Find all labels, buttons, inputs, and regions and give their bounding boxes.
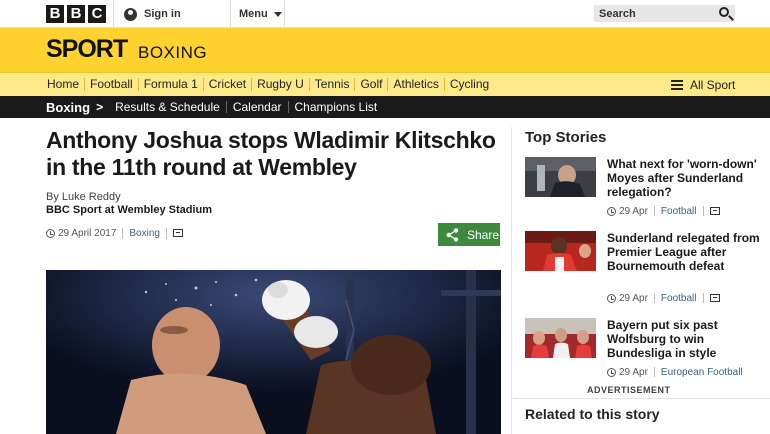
story-image <box>525 231 596 271</box>
story-tag-link[interactable]: Football <box>661 293 697 304</box>
chevron-right-icon: > <box>96 100 104 114</box>
search-box <box>594 5 735 22</box>
story-meta: 29 Apr European Football <box>607 366 743 378</box>
story-date: 29 Apr <box>619 366 648 378</box>
clock-icon <box>607 367 616 377</box>
divider <box>653 206 655 216</box>
nav-item-rugby-union[interactable]: Rugby U <box>252 78 310 91</box>
menu-label: Menu <box>239 8 268 20</box>
story-title-link[interactable]: Bayern put six past Wolfsburg to win Bun… <box>607 318 767 360</box>
logo-letter: B <box>67 5 85 23</box>
article-meta: 29 April 2017 Boxing <box>46 226 183 240</box>
story-title-link[interactable]: What next for 'worn-down' Moyes after Su… <box>607 157 767 199</box>
all-sport-button[interactable]: All Sport <box>671 73 735 96</box>
logo-letter: C <box>88 5 106 23</box>
nav-item-football[interactable]: Football <box>85 78 139 91</box>
subnav-calendar[interactable]: Calendar <box>227 101 289 113</box>
share-button[interactable]: Share <box>438 223 500 246</box>
boxing-photo <box>46 270 501 434</box>
story-meta: 29 Apr Football <box>607 292 720 304</box>
story-title-link[interactable]: Sunderland relegated from Premier League… <box>607 231 767 273</box>
story-thumbnail[interactable] <box>525 231 596 271</box>
sport-header: SPORT BOXING <box>0 28 770 72</box>
divider <box>653 293 655 303</box>
story-thumbnail[interactable] <box>525 157 596 197</box>
share-label: Share <box>467 227 500 242</box>
nav-item-cycling[interactable]: Cycling <box>445 78 494 91</box>
divider <box>702 293 704 303</box>
divider <box>165 227 167 239</box>
nav-item-cricket[interactable]: Cricket <box>204 78 253 91</box>
chevron-down-icon <box>273 11 282 17</box>
sport-brand[interactable]: SPORT <box>46 35 128 64</box>
nav-item-athletics[interactable]: Athletics <box>388 78 445 91</box>
divider <box>122 227 124 239</box>
story-thumbnail[interactable] <box>525 318 596 358</box>
nav-item-tennis[interactable]: Tennis <box>310 78 356 91</box>
divider <box>702 206 704 216</box>
subnav-results-schedule[interactable]: Results & Schedule <box>109 101 227 113</box>
clock-icon <box>607 206 616 216</box>
story-date: 29 Apr <box>619 205 648 217</box>
story-image <box>525 318 596 358</box>
all-sport-label: All Sport <box>690 77 736 92</box>
advertisement-label: ADVERTISEMENT <box>587 385 671 395</box>
subnav-section-boxing[interactable]: Boxing <box>46 100 90 115</box>
nav-item-golf[interactable]: Golf <box>355 78 389 91</box>
clock-icon <box>46 228 55 238</box>
sign-in-label: Sign in <box>144 8 181 20</box>
article-author: By Luke Reddy <box>46 191 121 203</box>
top-story-item[interactable]: Bayern put six past Wolfsburg to win Bun… <box>525 318 765 380</box>
divider <box>653 367 655 377</box>
clock-icon <box>607 293 616 303</box>
subnav-champions-list[interactable]: Champions List <box>289 101 384 113</box>
logo-letter: B <box>46 5 64 23</box>
article-headline: Anthony Joshua stops Wladimir Klitschko … <box>46 127 496 180</box>
search-icon[interactable] <box>719 7 729 17</box>
bbc-logo[interactable]: B B C <box>46 5 106 23</box>
article-hero-image <box>46 270 501 434</box>
comments-icon[interactable] <box>709 207 720 215</box>
story-tag-link[interactable]: European Football <box>661 367 743 378</box>
comments-icon[interactable] <box>172 229 183 237</box>
column-divider <box>511 127 512 434</box>
top-story-item[interactable]: What next for 'worn-down' Moyes after Su… <box>525 157 765 219</box>
story-date: 29 Apr <box>619 292 648 304</box>
story-image <box>525 157 596 197</box>
section-title[interactable]: BOXING <box>138 43 207 63</box>
nav-item-home[interactable]: Home <box>42 78 86 91</box>
top-bar: B B C Sign in Menu <box>0 0 770 28</box>
menu-button[interactable]: Menu <box>230 0 285 28</box>
top-story-item[interactable]: Sunderland relegated from Premier League… <box>525 231 765 305</box>
story-tag-link[interactable]: Football <box>661 206 697 217</box>
user-icon <box>124 7 137 21</box>
share-icon <box>446 227 459 242</box>
story-meta: 29 Apr Football <box>607 205 720 217</box>
sign-in-button[interactable]: Sign in <box>113 0 230 28</box>
article-date: 29 April 2017 <box>58 227 117 239</box>
article-tag-link[interactable]: Boxing <box>129 228 160 239</box>
related-stories-title: Related to this story <box>525 406 660 422</box>
hamburger-icon <box>671 79 683 90</box>
section-subnav: Boxing > Results & Schedule Calendar Cha… <box>0 96 770 118</box>
top-stories-title: Top Stories <box>525 129 607 146</box>
sport-nav: Home Football Formula 1 Cricket Rugby U … <box>0 72 770 96</box>
article-byline-org: BBC Sport at Wembley Stadium <box>46 204 213 216</box>
nav-item-formula-1[interactable]: Formula 1 <box>139 78 204 91</box>
comments-icon[interactable] <box>709 294 720 302</box>
search-input[interactable] <box>599 7 709 20</box>
sidebar-divider <box>513 398 770 399</box>
